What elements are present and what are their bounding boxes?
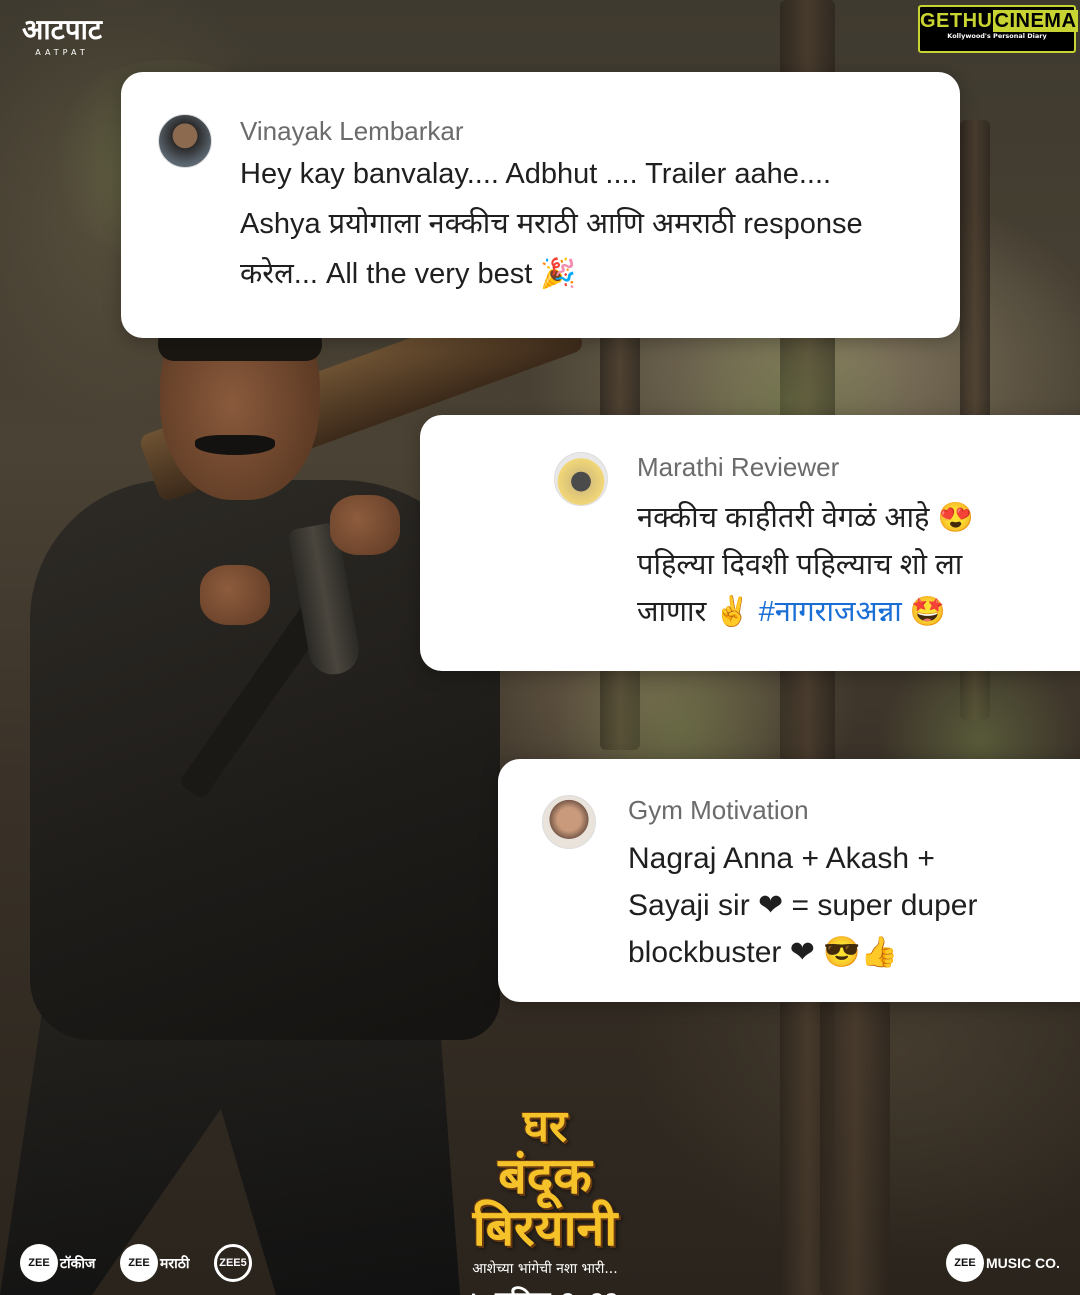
commenter-name[interactable]: Marathi Reviewer xyxy=(637,452,839,483)
hashtag-link[interactable]: #नागराजअन्ना xyxy=(759,596,902,628)
movie-title-block: घर बंदूक बिरयानी आशेच्या भांगेची नशा भार… xyxy=(430,1105,660,1295)
comment-card: Marathi Reviewer नक्कीच काहीतरी वेगळं आह… xyxy=(420,415,1080,671)
actor-hand xyxy=(200,565,270,625)
comment-text: Nagraj Anna + Akash + Sayaji sir ❤ = sup… xyxy=(628,835,977,976)
comment-line: blockbuster ❤ 😎👍 xyxy=(628,936,898,969)
aatpat-logo: आटपाट AATPAT xyxy=(22,13,102,58)
zee-music-logo: ZEE MUSIC CO. xyxy=(946,1243,1060,1283)
commenter-avatar[interactable] xyxy=(542,795,596,849)
comment-text: नक्कीच काहीतरी वेगळं आहे 😍 पहिल्या दिवशी… xyxy=(637,495,974,636)
movie-title-line: बिरयानी xyxy=(472,1199,618,1257)
comment-text: Hey kay banvalay.... Adbhut .... Trailer… xyxy=(240,149,863,299)
gethu-main: CINEMA xyxy=(992,10,1079,32)
zee-badge: ZEE xyxy=(120,1244,158,1282)
movie-title-line: घर xyxy=(523,1101,567,1152)
release-date: ७ एप्रिल २०२३ xyxy=(430,1282,660,1295)
movie-title-line: बंदूक xyxy=(498,1147,592,1205)
comment-line: करेल... All the very best 🎉 xyxy=(240,258,577,290)
zee-badge: ZEE xyxy=(946,1244,984,1282)
commenter-avatar[interactable] xyxy=(554,452,608,506)
comment-line: Nagraj Anna + Akash + xyxy=(628,842,935,875)
commenter-name[interactable]: Gym Motivation xyxy=(628,795,809,826)
comment-line-prefix: जाणार ✌ xyxy=(637,596,759,628)
channel-label: मराठी xyxy=(160,1254,190,1271)
aatpat-logo-mark: आटपाट xyxy=(22,13,102,46)
actor-hand xyxy=(330,495,400,555)
comment-line: जाणार ✌ #नागराजअन्ना 🤩 xyxy=(637,589,974,636)
gethu-cinema-logo: GETHU CINEMA Kollywood's Personal Diary xyxy=(918,5,1079,53)
commenter-name[interactable]: Vinayak Lembarkar xyxy=(240,116,464,147)
commenter-avatar[interactable] xyxy=(158,114,212,168)
channel-label: टॉकीज xyxy=(60,1254,96,1271)
tree-trunk xyxy=(820,1000,890,1295)
zee5-badge: ZEE5 xyxy=(214,1244,252,1282)
movie-tagline: आशेच्या भांगेची नशा भारी... xyxy=(472,1261,618,1277)
comment-line: Hey kay banvalay.... Adbhut .... Trailer… xyxy=(240,158,832,190)
comment-card: Gym Motivation Nagraj Anna + Akash + Say… xyxy=(498,759,1080,1002)
comment-line: पहिल्या दिवशी पहिल्याच शो ला xyxy=(637,549,963,581)
zee-talkies-logo: ZEE टॉकीज xyxy=(20,1243,95,1283)
gethu-prefix: GETHU xyxy=(920,10,993,32)
zee-badge: ZEE xyxy=(20,1244,58,1282)
actor-mustache xyxy=(195,435,275,455)
zee5-logo: ZEE5 xyxy=(214,1243,254,1283)
zee-marathi-logo: ZEE मराठी xyxy=(120,1243,189,1283)
aatpat-logo-sub: AATPAT xyxy=(35,48,89,57)
comment-line-suffix: 🤩 xyxy=(901,596,946,628)
comment-card: Vinayak Lembarkar Hey kay banvalay.... A… xyxy=(121,72,960,338)
gethu-cinema-name: GETHU CINEMA xyxy=(920,10,1079,32)
gethu-cinema-tagline: Kollywood's Personal Diary xyxy=(947,32,1047,40)
comment-line: Sayaji sir ❤ = super duper xyxy=(628,889,978,922)
channel-label: MUSIC CO. xyxy=(986,1255,1060,1271)
comment-line: नक्कीच काहीतरी वेगळं आहे 😍 xyxy=(637,502,974,534)
comment-line: Ashya प्रयोगाला नक्कीच मराठी आणि अमराठी … xyxy=(240,208,863,240)
